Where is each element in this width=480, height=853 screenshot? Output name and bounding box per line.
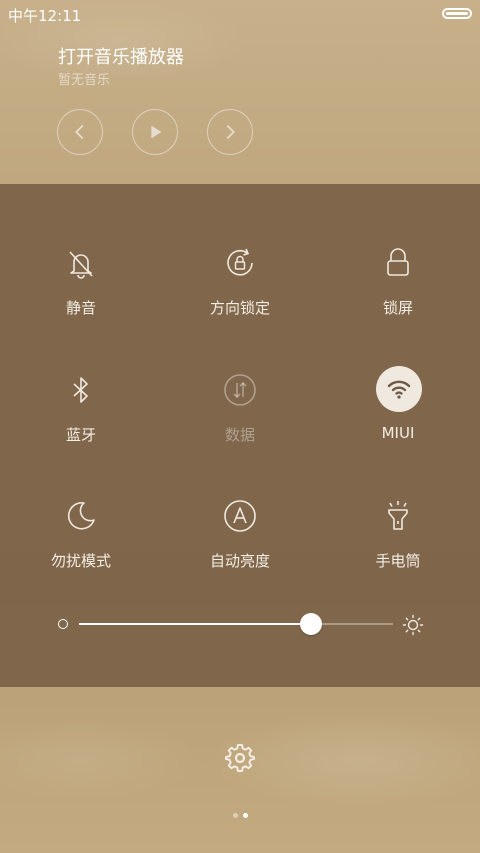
page-dot-2-active	[243, 813, 248, 818]
brightness-slider-thumb[interactable]	[300, 613, 322, 635]
next-icon	[226, 124, 235, 140]
tile-label: 勿扰模式	[50, 552, 111, 570]
tile-label: 静音	[65, 299, 96, 317]
tile-label: 蓝牙	[65, 426, 96, 444]
page-dot-1	[233, 813, 238, 818]
tile-mute[interactable]: 静音	[21, 241, 141, 341]
tile-auto-brightness[interactable]: 自动亮度	[180, 494, 300, 594]
status-time: 中午12:11	[8, 7, 82, 25]
music-title[interactable]: 打开音乐播放器	[58, 43, 184, 69]
bluetooth-icon	[59, 368, 103, 412]
tile-label: 方向锁定	[209, 299, 270, 317]
tile-rotation-lock[interactable]: 方向锁定	[180, 241, 300, 341]
status-bar: 中午12:11	[0, 0, 480, 28]
tile-label: 锁屏	[382, 299, 413, 317]
next-button[interactable]	[207, 109, 253, 155]
tile-label: 数据	[224, 426, 255, 444]
settings-gear-icon[interactable]	[225, 743, 255, 773]
music-subtitle: 暂无音乐	[58, 73, 111, 88]
lock-icon	[376, 241, 420, 285]
bell-off-icon	[59, 241, 103, 285]
previous-button[interactable]	[57, 109, 103, 155]
previous-icon	[75, 124, 84, 140]
tile-label: 自动亮度	[209, 552, 270, 570]
tile-flashlight[interactable]: 手电筒	[338, 494, 458, 594]
tile-lock-screen[interactable]: 锁屏	[338, 241, 458, 341]
tile-do-not-disturb[interactable]: 勿扰模式	[21, 494, 141, 594]
battery-icon	[442, 8, 472, 19]
tile-bluetooth[interactable]: 蓝牙	[21, 368, 141, 468]
brightness-high-icon	[402, 614, 424, 636]
tile-label: 手电筒	[375, 552, 421, 570]
tile-mobile-data[interactable]: 数据	[180, 368, 300, 468]
wifi-icon	[387, 380, 411, 399]
play-button[interactable]	[132, 109, 178, 155]
mobile-data-icon	[218, 368, 262, 412]
play-icon	[151, 125, 162, 139]
rotation-lock-icon	[218, 241, 262, 285]
moon-icon	[59, 494, 103, 538]
tile-wifi[interactable]: MIUI	[338, 366, 458, 466]
brightness-low-icon	[58, 619, 68, 629]
tile-label: MIUI	[381, 424, 415, 442]
brightness-slider-fill	[79, 623, 311, 625]
auto-brightness-icon	[218, 494, 262, 538]
brightness-slider-track[interactable]	[79, 623, 393, 625]
wifi-active-indicator	[376, 366, 422, 412]
flashlight-icon	[376, 494, 420, 538]
